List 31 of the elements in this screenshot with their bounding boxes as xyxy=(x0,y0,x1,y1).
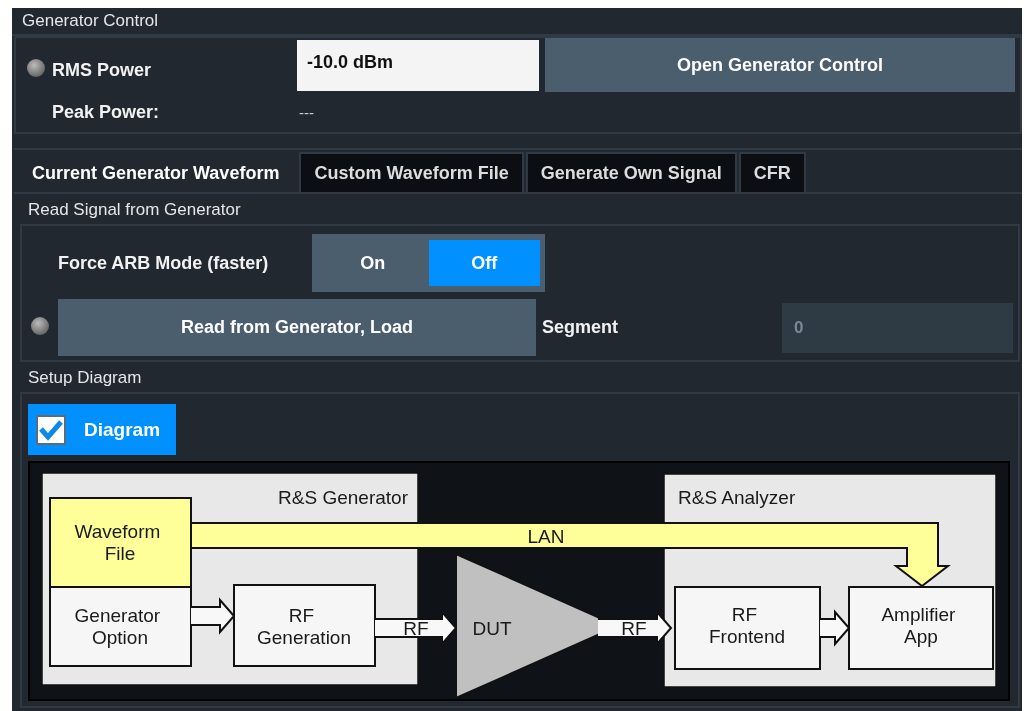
rf-label: RF xyxy=(403,618,429,639)
lan-label: LAN xyxy=(527,526,565,547)
tab[interactable]: Generate Own Signal xyxy=(525,152,737,192)
indicator-led-icon xyxy=(30,315,50,336)
open-generator-control-button[interactable]: Open Generator Control xyxy=(545,38,1015,92)
toggle-option[interactable]: On xyxy=(317,240,429,286)
section-title: Read Signal from Generator xyxy=(27,199,242,221)
rf-frontend-label: RF Frontend xyxy=(709,604,785,647)
rf-generation-label: RF Generation xyxy=(257,605,351,648)
generator-title: R&S Generator xyxy=(278,487,408,508)
analyzer-title: R&S Analyzer xyxy=(678,487,796,508)
rf-label: RF xyxy=(621,618,647,639)
rms-power-label: RMS Power xyxy=(52,59,153,81)
waveform-file-label: Waveform File xyxy=(74,521,161,564)
check-icon xyxy=(39,418,63,441)
section-title: Setup Diagram xyxy=(27,367,143,389)
flow-arrow xyxy=(190,597,236,635)
dut-label: DUT xyxy=(472,618,512,639)
indicator-led-icon xyxy=(26,58,46,78)
peak-power-label: Peak Power: xyxy=(52,102,161,123)
amplifier-app-label: Amplifier App xyxy=(881,604,956,647)
generator-option-label: Generator Option xyxy=(74,605,161,648)
flow-arrow xyxy=(819,609,851,647)
read-from-generator-button[interactable]: Read from Generator, Load xyxy=(58,299,536,356)
peak-power-value: --- xyxy=(299,104,314,121)
segment-label: Segment xyxy=(541,317,620,338)
tab[interactable]: Custom Waveform File xyxy=(299,152,524,192)
force-arb-mode-label: Force ARB Mode (faster) xyxy=(57,252,270,274)
panel-title: Generator Control xyxy=(12,8,1022,36)
tab[interactable]: CFR xyxy=(738,152,806,192)
rms-power-field[interactable]: -10.0 dBm xyxy=(297,39,539,91)
